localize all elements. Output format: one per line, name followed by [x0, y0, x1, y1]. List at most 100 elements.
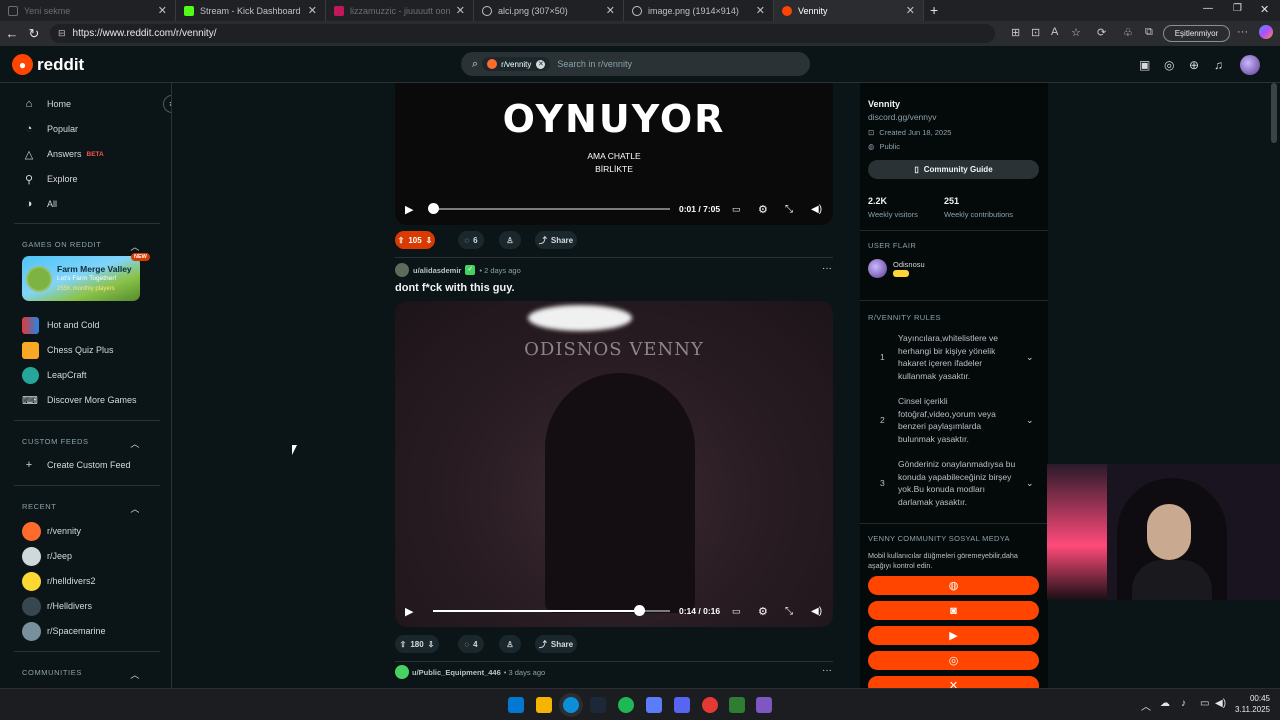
minimize-icon[interactable]: —	[1203, 3, 1213, 14]
captions-icon[interactable]: ▭	[732, 606, 741, 617]
downvote-icon[interactable]: ⇩	[426, 236, 433, 245]
video-scrubber[interactable]	[634, 605, 646, 616]
recent-header[interactable]: RECENT ︿	[22, 502, 140, 515]
browser-tab[interactable]: lizzamuzzic - jiuuuutt oonnee (sk... ✕	[326, 0, 474, 21]
community-guide-button[interactable]: ▯ Community Guide	[868, 160, 1039, 179]
games-section-header[interactable]: GAMES ON REDDIT ︿	[22, 240, 140, 253]
volume-icon[interactable]: ◀)	[811, 204, 822, 215]
award-button[interactable]: ♙	[499, 231, 521, 249]
play-icon[interactable]: ▶	[405, 605, 413, 618]
notifications-icon[interactable]: ♫	[1214, 58, 1223, 72]
upvote-icon[interactable]: ⇧	[398, 236, 405, 245]
author-avatar[interactable]	[395, 263, 409, 277]
fullscreen-icon[interactable]: ⤡	[785, 204, 793, 215]
communities-header[interactable]: COMMUNITIES ︿	[22, 668, 140, 681]
page-scrollbar[interactable]	[1271, 83, 1277, 143]
video-scrubber[interactable]	[428, 203, 440, 214]
downvote-icon[interactable]: ⇩	[428, 640, 435, 649]
app-icon[interactable]	[729, 697, 745, 713]
discover-more-games[interactable]: ⌨ Discover More Games	[22, 390, 137, 410]
create-post-icon[interactable]: ⊕	[1189, 58, 1199, 72]
cloud-icon[interactable]: ☁	[1160, 698, 1170, 709]
game-leapcraft[interactable]: LeapCraft	[22, 365, 87, 385]
close-tab-icon[interactable]: ✕	[906, 4, 915, 17]
split-screen-icon[interactable]: ⊞	[1011, 26, 1020, 39]
favorites-icon[interactable]: ♧	[1123, 26, 1133, 39]
nav-home[interactable]: ⌂ Home	[22, 94, 71, 114]
browser-tab[interactable]: alci.png (307×50) ✕	[474, 0, 624, 21]
web-link-button[interactable]: ◍	[868, 576, 1039, 595]
flair-username[interactable]: Odisnosu	[893, 260, 925, 269]
network-icon[interactable]: ▭	[1200, 698, 1209, 709]
site-info-icon[interactable]: ⊟	[58, 28, 66, 39]
search-community-chip[interactable]: r/vennity ✕	[482, 57, 551, 71]
post-author[interactable]: u/Public_Equipment_446	[412, 668, 501, 677]
x-link-button[interactable]: ✕	[868, 676, 1039, 688]
new-tab-button[interactable]: +	[930, 2, 938, 18]
recent-item[interactable]: r/Helldivers	[22, 596, 92, 616]
recent-item[interactable]: r/helldivers2	[22, 571, 96, 591]
show-hidden-icons[interactable]: ︿	[1141, 698, 1151, 713]
post-more-icon[interactable]: ···	[822, 665, 832, 676]
share-button[interactable]: ⤴ Share	[535, 231, 577, 249]
recent-item[interactable]: r/vennity	[22, 521, 81, 541]
more-menu-icon[interactable]: ···	[1237, 26, 1248, 38]
user-avatar[interactable]	[1240, 55, 1260, 75]
rule-item[interactable]: 2 Cinsel içerikli fotoğraf,video,yorum v…	[868, 395, 1040, 447]
search-input[interactable]: ⌕ r/vennity ✕ Search in r/vennity	[461, 52, 810, 76]
back-icon[interactable]: ←	[1, 26, 23, 41]
obs-icon[interactable]	[756, 697, 772, 713]
apps-icon[interactable]: ⊡	[1031, 26, 1040, 39]
url-input[interactable]: ⊟ https://www.reddit.com/r/vennity/	[50, 24, 995, 43]
nav-explore[interactable]: ⚲ Explore	[22, 169, 78, 189]
game-hot-and-cold[interactable]: Hot and Cold	[22, 315, 100, 335]
post-title[interactable]: dont f*ck with this guy.	[395, 282, 515, 294]
volume-tray-icon[interactable]: ◀)	[1215, 698, 1226, 709]
play-icon[interactable]: ▶	[405, 203, 413, 216]
captions-icon[interactable]: ▭	[732, 204, 741, 215]
vote-bar[interactable]: ⇧ 105 ⇩	[395, 231, 435, 249]
nav-all[interactable]: ◑ All	[22, 194, 57, 214]
reload-icon[interactable]: ↻	[23, 26, 45, 42]
microphone-icon[interactable]: ♪	[1181, 698, 1186, 709]
maximize-icon[interactable]: ❐	[1233, 3, 1242, 14]
discord-link-button[interactable]: ◙	[868, 601, 1039, 620]
recent-item[interactable]: r/Jeep	[22, 546, 72, 566]
instagram-link-button[interactable]: ◎	[868, 651, 1039, 670]
chevron-down-icon[interactable]: ⌄	[1026, 351, 1034, 364]
browser-tab-active[interactable]: Vennity ✕	[774, 0, 924, 21]
edge-icon[interactable]	[563, 697, 579, 713]
fullscreen-icon[interactable]: ⤡	[785, 606, 793, 617]
collapse-sidebar-button[interactable]: ≡	[163, 95, 171, 113]
close-tab-icon[interactable]: ✕	[456, 4, 465, 17]
community-link[interactable]: discord.gg/vennyv	[868, 112, 937, 122]
discord-taskbar-icon[interactable]	[674, 697, 690, 713]
post-video[interactable]: ODISNOS VENNY ▶ 0:14 / 0:16 ▭ ⚙ ⤡ ◀)	[395, 301, 833, 627]
post-more-icon[interactable]: ···	[822, 263, 832, 274]
chevron-down-icon[interactable]: ⌄	[1026, 414, 1034, 427]
youtube-link-button[interactable]: ▶	[868, 626, 1039, 645]
close-tab-icon[interactable]: ✕	[308, 4, 317, 17]
settings-gear-icon[interactable]: ⚙	[758, 605, 768, 618]
close-tab-icon[interactable]: ✕	[158, 4, 167, 17]
settings-gear-icon[interactable]: ⚙	[758, 203, 768, 216]
extensions-icon[interactable]: ⟳	[1097, 26, 1106, 39]
volume-icon[interactable]: ◀)	[811, 606, 822, 617]
clear-chip-icon[interactable]: ✕	[536, 59, 546, 69]
upvote-icon[interactable]: ⇧	[400, 640, 407, 649]
read-aloud-icon[interactable]: A	[1051, 26, 1058, 38]
comments-button[interactable]: ◌ 4	[458, 635, 484, 653]
vote-bar[interactable]: ⇧ 180 ⇩	[395, 635, 439, 653]
close-tab-icon[interactable]: ✕	[606, 4, 615, 17]
featured-game-card[interactable]: Farm Merge Valley Let's Farm Together! 2…	[22, 256, 140, 301]
chat-icon[interactable]: ◎	[1164, 58, 1174, 72]
rule-item[interactable]: 1 Yayıncılara,whitelistlere ve herhangi …	[868, 332, 1040, 384]
nav-popular[interactable]: ◔ Popular	[22, 119, 78, 139]
file-explorer-icon[interactable]	[536, 697, 552, 713]
browser-tab[interactable]: image.png (1914×914) ✕	[624, 0, 774, 21]
clock[interactable]: 00:45 3.11.2025	[1232, 693, 1270, 715]
post-video[interactable]: OYNUYOR AMA CHATLE BİRLİKTE ▶ 0:01 / 7:0…	[395, 83, 833, 225]
copilot-icon[interactable]	[1259, 25, 1273, 39]
browser-tab[interactable]: Stream - Kick Dashboard ✕	[176, 0, 326, 21]
video-progress-track[interactable]	[433, 208, 670, 210]
